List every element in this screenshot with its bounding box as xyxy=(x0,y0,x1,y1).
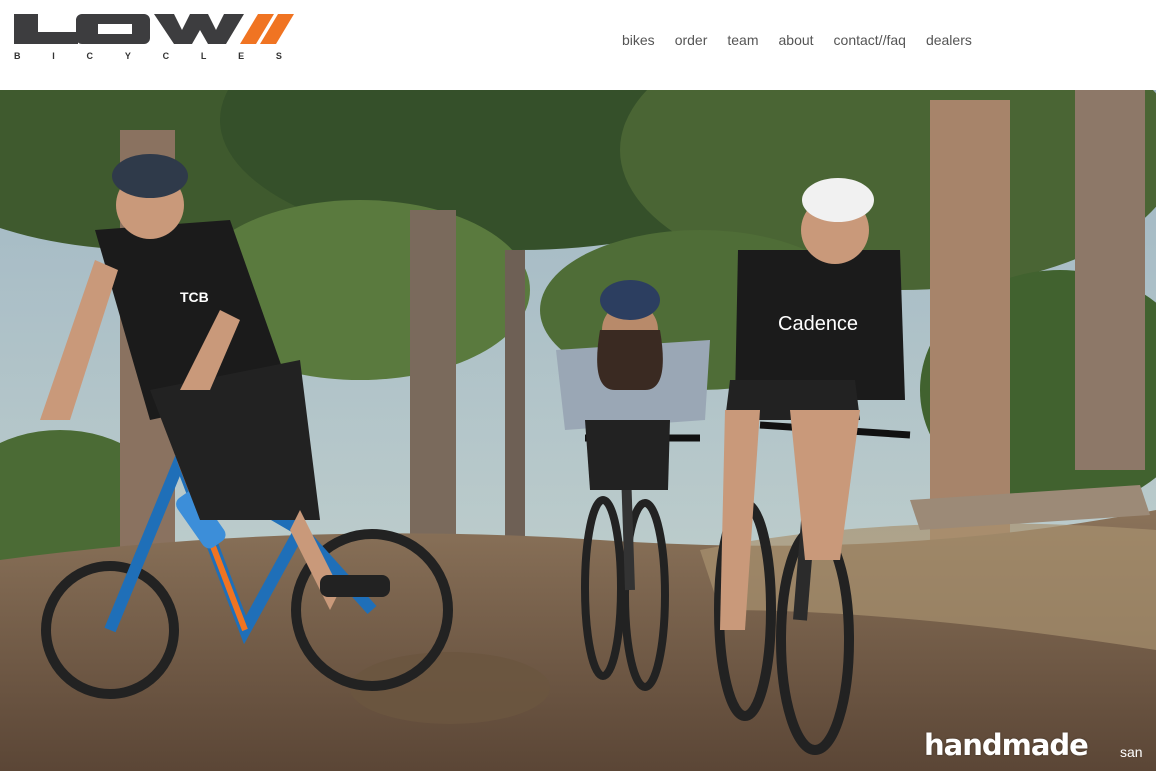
hero-caption-suffix: san xyxy=(1120,744,1143,760)
tagline-letter: I xyxy=(52,51,55,61)
rider-right-shirt-logo: Cadence xyxy=(778,313,858,335)
tagline-letter: C xyxy=(86,51,94,61)
nav-link-team[interactable]: team xyxy=(717,32,768,48)
nav-link-dealers[interactable]: dealers xyxy=(916,32,982,48)
nav-link-about[interactable]: about xyxy=(769,32,824,48)
nav-link-bikes[interactable]: bikes xyxy=(612,32,665,48)
tagline-letter: E xyxy=(238,51,245,61)
site-header: B I C Y C L E S bikes order team about c… xyxy=(0,0,1156,90)
tagline-letter: B xyxy=(14,51,21,61)
tagline-letter: S xyxy=(275,51,282,61)
main-nav: bikes order team about contact//faq deal… xyxy=(612,32,982,48)
hero-image: TCB Cadence xyxy=(0,90,1156,771)
tagline-letter: C xyxy=(162,51,170,61)
hero-caption: handmade xyxy=(924,728,1089,762)
nav-link-order[interactable]: order xyxy=(665,32,718,48)
tagline-letter: L xyxy=(200,51,207,61)
hero-photo-illustration: TCB Cadence xyxy=(0,90,1156,771)
logo-wordmark xyxy=(14,14,294,44)
nav-link-contact-faq[interactable]: contact//faq xyxy=(824,32,916,48)
rider-left-shirt-logo: TCB xyxy=(180,289,209,305)
logo-tagline: B I C Y C L E S xyxy=(14,51,282,61)
tagline-letter: Y xyxy=(124,51,131,61)
